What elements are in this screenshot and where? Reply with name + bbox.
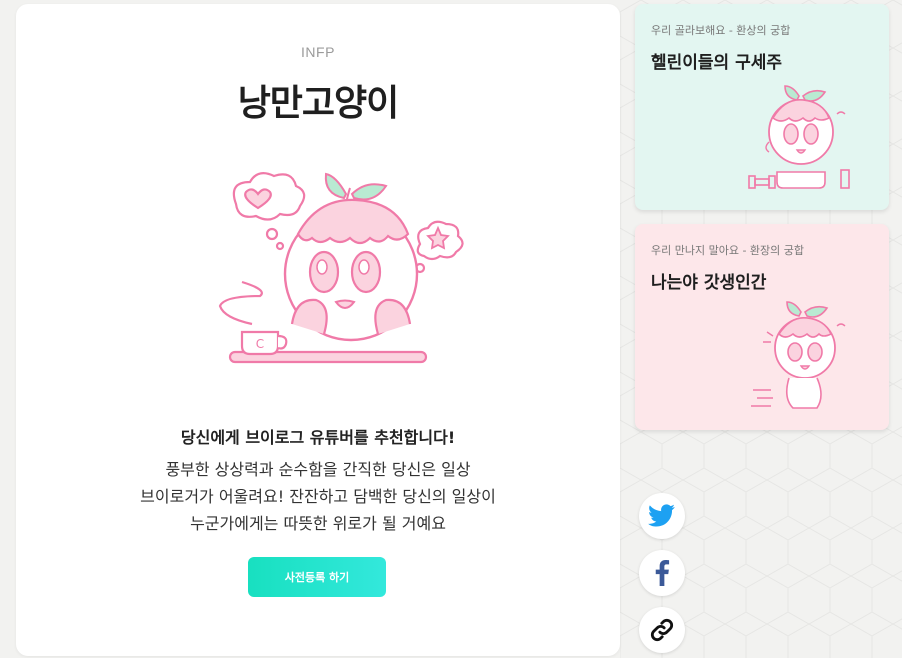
gym-character-illustration bbox=[748, 85, 850, 189]
recommendation-heading: 당신에게 브이로그 유튜버를 추천합니다! bbox=[180, 428, 456, 447]
result-card: INFP 낭만고양이 C 당신에게 브이로그 유튜버를 추천합니다! 풍부한 상… bbox=[16, 4, 620, 656]
copy-link-button[interactable] bbox=[639, 607, 685, 653]
heart-thought-bubble-icon bbox=[232, 171, 306, 251]
result-title: 낭만고양이 bbox=[237, 83, 400, 124]
match-title: 헬린이들의 구세주 bbox=[651, 53, 783, 73]
result-description: 풍부한 상상력과 순수함을 간직한 당신은 일상 브이로거가 어울려요! 잔잔하… bbox=[16, 456, 620, 537]
match-subtitle: 우리 골라보해요 - 환상의 궁합 bbox=[651, 24, 791, 37]
description-line: 누군가에게는 따뜻한 위로가 될 거예요 bbox=[190, 514, 446, 533]
bad-match-card[interactable]: 우리 만나지 말아요 - 환장의 궁합 나는야 갓생인간 bbox=[635, 224, 889, 430]
good-match-card[interactable]: 우리 골라보해요 - 환상의 궁합 헬린이들의 구세주 bbox=[635, 4, 889, 210]
svg-text:C: C bbox=[256, 337, 264, 351]
coffee-cup-icon: C bbox=[218, 280, 288, 356]
facebook-icon bbox=[655, 560, 670, 586]
link-icon bbox=[650, 618, 674, 642]
twitter-icon bbox=[648, 504, 675, 527]
pre-register-button[interactable]: 사전등록 하기 bbox=[248, 557, 386, 597]
match-subtitle: 우리 만나지 말아요 - 환장의 궁합 bbox=[651, 244, 805, 257]
description-line: 브이로거가 어울려요! 잔잔하고 담백한 당신의 일상이 bbox=[140, 487, 496, 506]
running-character-illustration bbox=[751, 301, 846, 409]
star-thought-bubble-icon bbox=[410, 220, 464, 282]
description-line: 풍부한 상상력과 순수함을 간직한 당신은 일상 bbox=[165, 460, 471, 479]
twitter-share-button[interactable] bbox=[639, 493, 685, 539]
match-title: 나는야 갓생인간 bbox=[651, 273, 767, 293]
cat-character-illustration: C bbox=[218, 171, 464, 364]
facebook-share-button[interactable] bbox=[639, 550, 685, 596]
mbti-type: INFP bbox=[301, 44, 335, 60]
